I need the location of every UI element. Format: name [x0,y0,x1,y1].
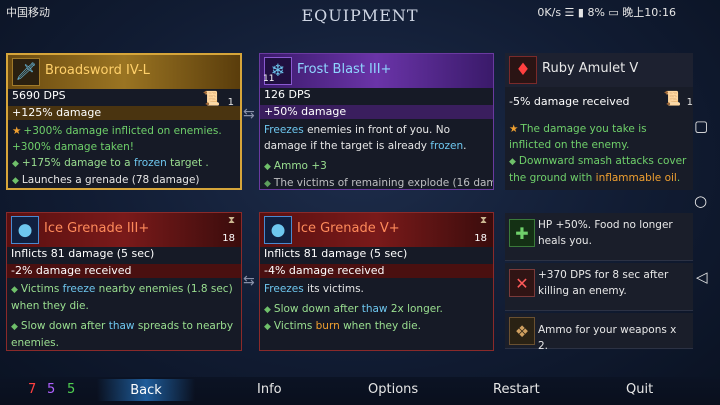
grenade-icon: ● [11,216,39,244]
skill-description: ◆ Victims freeze nearby enemies (1.8 sec)… [11,283,234,349]
skill-name: Ice Grenade V+ [297,221,400,236]
skill-damage: Inflicts 81 damage (5 sec) [264,247,408,260]
scroll-icon: 📜 [202,91,220,107]
weapon-name: Broadsword IV-L [45,63,150,78]
blades-icon: ✕ [509,269,535,297]
red-scroll-count: 7 [28,382,37,397]
skill-cooldown: 18 [474,233,487,244]
hourglass-icon: ⧗ [227,215,235,226]
info-button[interactable]: Info [257,382,282,397]
mutation-text: +370 DPS for 8 sec after killing an enem… [538,269,669,297]
skill-resist: -2% damage received [7,264,241,278]
weapon-dps: 126 DPS [264,88,311,101]
weapon-description: ★ +300% damage inflicted on enemies. +300… [12,125,222,186]
mutation-item[interactable]: ✚ HP +50%. Food no longer heals you. [505,213,693,261]
weapon-card-broadsword[interactable]: 🗡 Broadsword IV-L 5690 DPS +125% damage … [6,53,242,190]
mutation-text: Ammo for your weapons x 2. [538,324,677,352]
card-header: ● Ice Grenade III+ ⧗ 18 [7,213,241,247]
amulet-stat: -5% damage received [509,95,630,108]
options-button[interactable]: Options [368,382,418,397]
amulet-description: ★ The damage you take is inflicted on the… [509,123,687,184]
skill-name: Ice Grenade III+ [44,221,150,236]
system-home-button[interactable]: ○ [694,192,707,210]
skill-card-ice-grenade-2[interactable]: ● Ice Grenade V+ ⧗ 18 Inflicts 81 damage… [259,212,494,351]
weapon-card-frost-blast[interactable]: ❄ 11 Frost Blast III+ 126 DPS +50% damag… [259,53,494,190]
health-cross-icon: ✚ [509,219,535,247]
weapon-damage: +50% damage [260,105,493,119]
card-header: ❄ 11 Frost Blast III+ [260,54,493,88]
weapon-name: Frost Blast III+ [297,62,392,77]
hourglass-icon: ⧗ [479,215,487,226]
grenade-icon: ● [264,216,292,244]
skill-card-ice-grenade-1[interactable]: ● Ice Grenade III+ ⧗ 18 Inflicts 81 dama… [6,212,242,351]
mutation-item[interactable]: ✕ +370 DPS for 8 sec after killing an en… [505,263,693,311]
system-back-button[interactable]: ◁ [696,268,708,286]
bottom-nav: 7 5 5 Back Info Options Restart Quit [0,377,720,405]
skill-description: Freezes its victims. ◆ Slow down after th… [264,283,443,332]
mutation-item[interactable]: ❖ Ammo for your weapons x 2. [505,313,693,352]
swap-arrow-icon[interactable]: ⇆ [243,273,255,289]
amulet-icon: ♦ [509,56,537,84]
amulet-name: Ruby Amulet V [542,61,639,76]
green-scroll-count: 5 [67,382,76,397]
restart-button[interactable]: Restart [493,382,540,397]
skill-damage: Inflicts 81 damage (5 sec) [11,247,155,260]
skill-resist: -4% damage received [260,264,493,278]
amulet-card[interactable]: ♦ Ruby Amulet V 📜 1 -5% damage received … [505,53,693,190]
ammo-icon: ❖ [509,317,535,345]
system-recents-button[interactable]: ▢ [694,117,708,135]
scroll-count: 1 [227,97,234,108]
page-title: EQUIPMENT [301,6,419,25]
swap-arrow-icon[interactable]: ⇆ [243,106,255,122]
weapon-level: 11 [263,74,275,84]
weapon-description: Freezes enemies in front of you. No dama… [264,124,493,189]
quit-button[interactable]: Quit [626,382,653,397]
card-header: ♦ Ruby Amulet V [505,53,693,87]
back-button[interactable]: Back [97,379,195,401]
purple-scroll-count: 5 [47,382,56,397]
weapon-damage: +125% damage [8,106,240,120]
sword-icon: 🗡 [12,58,40,86]
skill-cooldown: 18 [222,233,235,244]
mutation-text: HP +50%. Food no longer heals you. [538,219,673,247]
card-header: 🗡 Broadsword IV-L [8,55,240,89]
card-header: ● Ice Grenade V+ ⧗ 18 [260,213,493,247]
